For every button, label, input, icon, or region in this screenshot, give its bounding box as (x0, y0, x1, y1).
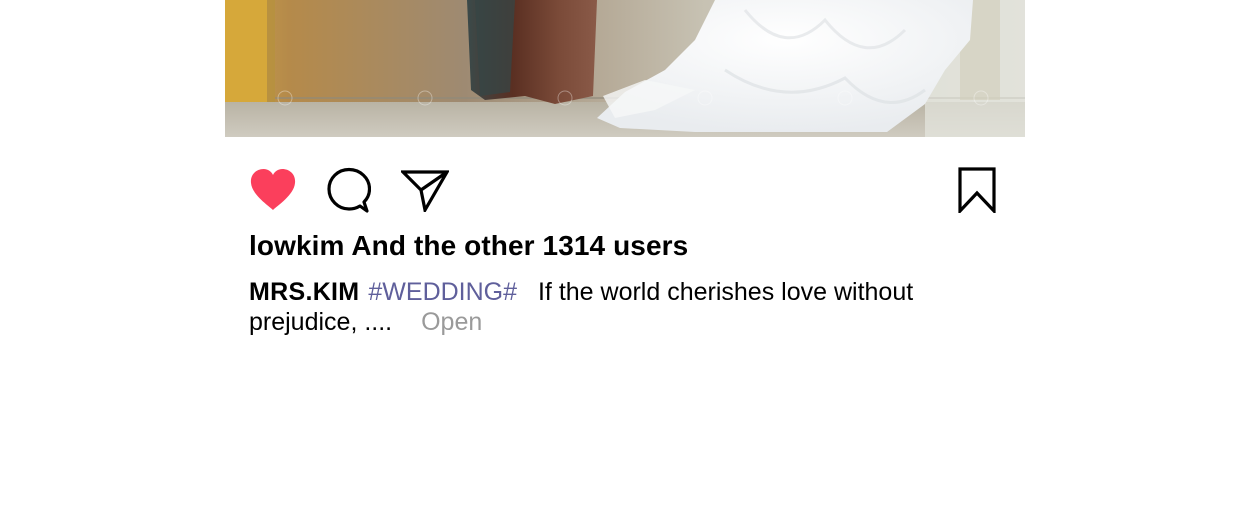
likes-summary[interactable]: lowkim And the other 1314 users (249, 230, 688, 262)
comment-button[interactable] (326, 166, 372, 214)
share-button[interactable] (400, 166, 450, 214)
heart-icon (250, 169, 296, 210)
like-button[interactable] (248, 166, 298, 214)
paper-plane-icon (401, 170, 449, 212)
post-view: lowkim And the other 1314 users MRS.KIM … (0, 0, 1250, 513)
post-caption: MRS.KIM #WEDDING# If the world cherishes… (249, 277, 949, 337)
post-photo[interactable] (225, 0, 1025, 137)
caption-username[interactable]: MRS.KIM (249, 278, 359, 306)
post-action-bar (248, 166, 998, 214)
caption-open-link[interactable]: Open (421, 308, 482, 336)
speech-bubble-icon (327, 167, 371, 213)
bookmark-icon (958, 167, 996, 213)
caption-hashtag[interactable]: #WEDDING# (368, 278, 517, 306)
save-button[interactable] (956, 166, 998, 214)
